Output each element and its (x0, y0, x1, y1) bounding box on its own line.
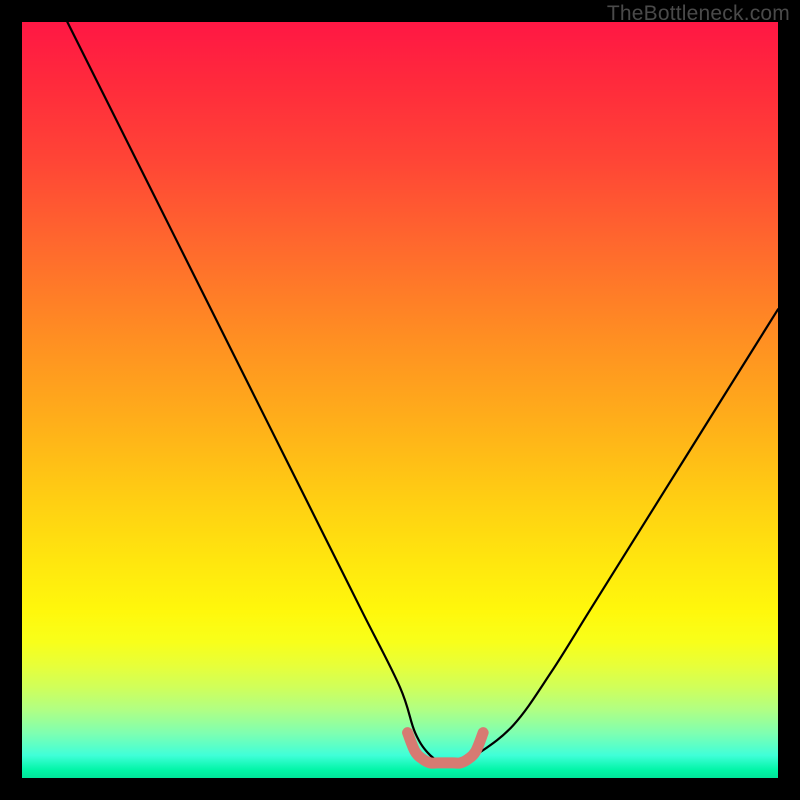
plot-background (22, 22, 778, 778)
chart-frame: TheBottleneck.com (0, 0, 800, 800)
chart-svg (22, 22, 778, 778)
bottleneck-curve-path (67, 22, 778, 764)
optimal-range-marker-path (408, 733, 484, 764)
